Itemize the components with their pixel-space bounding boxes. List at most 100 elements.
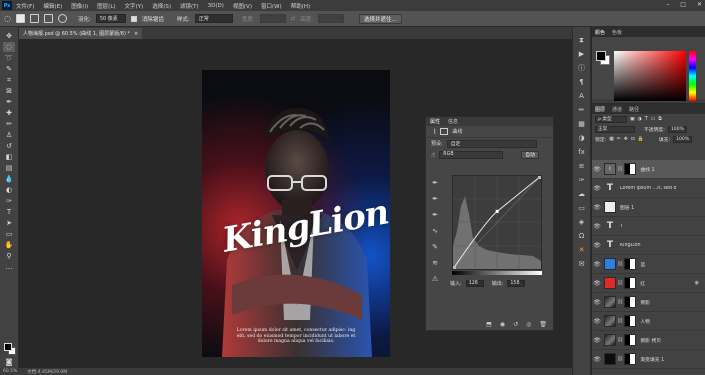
- adjustments-panel-icon[interactable]: ◑: [576, 133, 587, 143]
- frame-tool-icon[interactable]: ⊠: [3, 86, 15, 96]
- style-select[interactable]: 正常: [194, 14, 233, 23]
- healing-brush-tool-icon[interactable]: ✚: [3, 108, 15, 118]
- layer-mask-thumbnail[interactable]: [624, 296, 637, 308]
- input-field[interactable]: 128: [465, 280, 484, 287]
- layer-mask-thumbnail[interactable]: [624, 353, 637, 365]
- layer-row[interactable]: 👁 T KingLion: [592, 236, 705, 255]
- tab-color[interactable]: 颜色: [595, 29, 605, 36]
- curve-control-point[interactable]: [453, 266, 456, 269]
- color-field[interactable]: [614, 51, 686, 101]
- link-icon[interactable]: ⛓: [617, 356, 623, 362]
- edit-points-icon[interactable]: ∿: [432, 227, 438, 235]
- menu-help[interactable]: 帮助(H): [291, 2, 310, 10]
- antialias-checkbox[interactable]: [130, 15, 137, 22]
- visibility-icon[interactable]: ◎: [526, 321, 531, 328]
- smooth-curve-icon[interactable]: ≋: [432, 259, 438, 267]
- close-tab-icon[interactable]: ×: [134, 31, 138, 37]
- visibility-eye-icon[interactable]: 👁: [592, 356, 602, 363]
- clone-stamp-tool-icon[interactable]: ♙: [3, 130, 15, 140]
- visibility-eye-icon[interactable]: 👁: [592, 280, 602, 287]
- curve-control-point[interactable]: [495, 209, 499, 213]
- layer-thumbnail[interactable]: [604, 334, 616, 346]
- layer-mask-thumbnail[interactable]: [624, 277, 637, 289]
- shape-tool-icon[interactable]: ▭: [3, 229, 15, 239]
- maximize-button[interactable]: □: [680, 1, 686, 8]
- kind-filter-select[interactable]: ρ 类型: [595, 115, 627, 123]
- select-and-mask-button[interactable]: 选择并遮住...: [359, 13, 402, 24]
- clipping-warning-icon[interactable]: ⚠: [432, 275, 438, 283]
- menu-type[interactable]: 文字(Y): [125, 2, 144, 10]
- layer-thumbnail[interactable]: [604, 353, 616, 365]
- lock-image-icon[interactable]: ✏: [617, 137, 621, 142]
- visibility-eye-icon[interactable]: 👁: [592, 242, 602, 249]
- new-selection-icon[interactable]: [15, 14, 25, 23]
- filter-shape-icon[interactable]: ▭: [651, 117, 656, 122]
- filter-pixel-icon[interactable]: ▣: [630, 117, 635, 122]
- reset-icon[interactable]: ↺: [513, 321, 518, 328]
- menu-3d[interactable]: 3D(D): [208, 3, 224, 9]
- layer-thumbnail[interactable]: [604, 315, 616, 327]
- menu-file[interactable]: 文件(F): [16, 2, 34, 10]
- auto-button[interactable]: 自动: [521, 150, 539, 159]
- styles-panel-icon[interactable]: fx: [576, 147, 587, 157]
- target-adjust-icon[interactable]: ☝: [431, 151, 435, 159]
- brush-tool-icon[interactable]: ✏: [3, 119, 15, 129]
- menu-image[interactable]: 图像(I): [71, 2, 88, 10]
- history-brush-tool-icon[interactable]: ↺: [3, 141, 15, 151]
- intersect-selection-icon[interactable]: [57, 14, 67, 23]
- layer-row[interactable]: 👁 T T: [592, 217, 705, 236]
- menu-edit[interactable]: 编辑(E): [43, 2, 62, 10]
- layer-thumbnail[interactable]: ⌇: [604, 163, 616, 175]
- actions-panel-icon[interactable]: ▶: [576, 49, 587, 59]
- pen-tool-icon[interactable]: ✑: [3, 196, 15, 206]
- marquee-tool-icon[interactable]: ◌: [3, 42, 15, 52]
- layer-effects-icon[interactable]: ◉: [695, 280, 699, 286]
- character-panel-icon[interactable]: A: [576, 91, 587, 101]
- layer-row[interactable]: 👁 ⌇ ⛓ 曲线 1: [592, 160, 705, 179]
- color-foreground-swatch[interactable]: [596, 51, 606, 61]
- layer-mask-thumbnail[interactable]: [624, 315, 637, 327]
- channel-select[interactable]: RGB: [439, 150, 504, 159]
- menu-layer[interactable]: 图层(L): [97, 2, 115, 10]
- 3d-panel-icon[interactable]: ◈: [576, 217, 587, 227]
- layer-row[interactable]: 👁 ⛓ 倒影 拷贝: [592, 331, 705, 350]
- brush-panel-icon[interactable]: ✏: [576, 105, 587, 115]
- add-selection-icon[interactable]: [29, 14, 39, 23]
- visibility-eye-icon[interactable]: 👁: [592, 299, 602, 306]
- visibility-eye-icon[interactable]: 👁: [592, 223, 602, 230]
- lock-transparent-icon[interactable]: ▦: [609, 137, 614, 142]
- tab-channels[interactable]: 通道: [612, 106, 622, 113]
- layer-mask-thumbnail[interactable]: [624, 163, 637, 175]
- preset-select[interactable]: 自定: [446, 139, 537, 148]
- lasso-tool-icon[interactable]: ➰: [3, 53, 15, 63]
- more-tools-icon[interactable]: …: [3, 262, 15, 272]
- output-field[interactable]: 158: [507, 280, 526, 287]
- glyphs-panel-icon[interactable]: Ω: [576, 231, 587, 241]
- layer-thumbnail[interactable]: [604, 296, 616, 308]
- curve-control-point[interactable]: [538, 176, 541, 179]
- layer-row[interactable]: 👁 ⛓ 渐变填充 1: [592, 350, 705, 369]
- opacity-input[interactable]: 100%: [667, 125, 687, 133]
- draw-curve-icon[interactable]: ✎: [432, 243, 438, 251]
- layer-thumbnail[interactable]: [604, 201, 616, 213]
- visibility-eye-icon[interactable]: 👁: [592, 261, 602, 268]
- foreground-color-swatch[interactable]: [4, 343, 12, 351]
- swatches-panel-icon[interactable]: ▦: [576, 119, 587, 129]
- layer-thumbnail[interactable]: [604, 277, 616, 289]
- blend-mode-select[interactable]: 正常: [595, 125, 635, 133]
- layer-row[interactable]: 👁 ⛓ 红 ◉: [592, 274, 705, 293]
- type-layer-icon[interactable]: T: [604, 182, 616, 194]
- blur-tool-icon[interactable]: 💧: [3, 174, 15, 184]
- timeline-panel-icon[interactable]: ▭: [576, 203, 587, 213]
- tab-paths[interactable]: 路径: [629, 106, 639, 113]
- height-input[interactable]: [318, 14, 345, 23]
- libraries-panel-icon[interactable]: ☁: [576, 189, 587, 199]
- crop-tool-icon[interactable]: ⌗: [3, 75, 15, 85]
- white-point-eyedropper-icon[interactable]: ✒: [432, 211, 438, 219]
- notes-panel-icon[interactable]: ✉: [576, 259, 587, 269]
- link-icon[interactable]: ⛓: [617, 166, 623, 172]
- paragraph-panel-icon[interactable]: ¶: [576, 77, 587, 87]
- width-input[interactable]: [259, 14, 286, 23]
- filter-type-icon[interactable]: T: [645, 117, 648, 122]
- quick-mask-icon[interactable]: ◙: [3, 357, 15, 367]
